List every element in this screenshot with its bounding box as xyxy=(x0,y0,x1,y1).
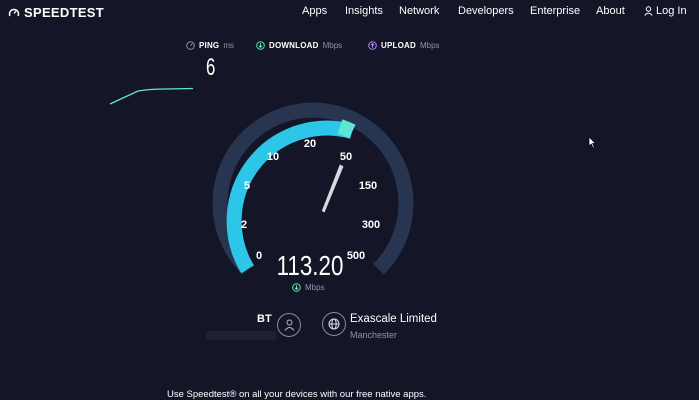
server-name[interactable]: Exascale Limited xyxy=(350,313,437,325)
speed-unit-label: Mbps xyxy=(305,283,325,292)
user-icon xyxy=(284,319,294,331)
isp-ip-redacted xyxy=(206,331,276,340)
download-arrow-icon xyxy=(292,283,301,292)
tick-label-5: 5 xyxy=(244,180,250,192)
gauge-progress xyxy=(226,120,355,274)
globe-icon xyxy=(328,318,340,330)
tick-label-10: 10 xyxy=(267,151,279,163)
tick-label-300: 300 xyxy=(362,219,380,231)
isp-name: BT xyxy=(257,313,272,325)
globe-circle-icon[interactable] xyxy=(322,312,346,336)
gauge-progress-tip xyxy=(337,119,356,139)
user-circle-icon xyxy=(277,313,301,337)
speed-value: 113.20 xyxy=(276,250,344,281)
mouse-cursor-icon xyxy=(588,136,597,149)
speed-unit: Mbps xyxy=(292,283,325,292)
tick-label-150: 150 xyxy=(359,180,377,192)
tick-label-50: 50 xyxy=(340,151,352,163)
footer-promo-text: Use Speedtest® on all your devices with … xyxy=(167,389,427,400)
server-location: Manchester xyxy=(350,330,398,340)
tick-label-2: 2 xyxy=(241,219,247,231)
tick-label-20: 20 xyxy=(304,138,316,150)
gauge-needle xyxy=(321,164,344,213)
